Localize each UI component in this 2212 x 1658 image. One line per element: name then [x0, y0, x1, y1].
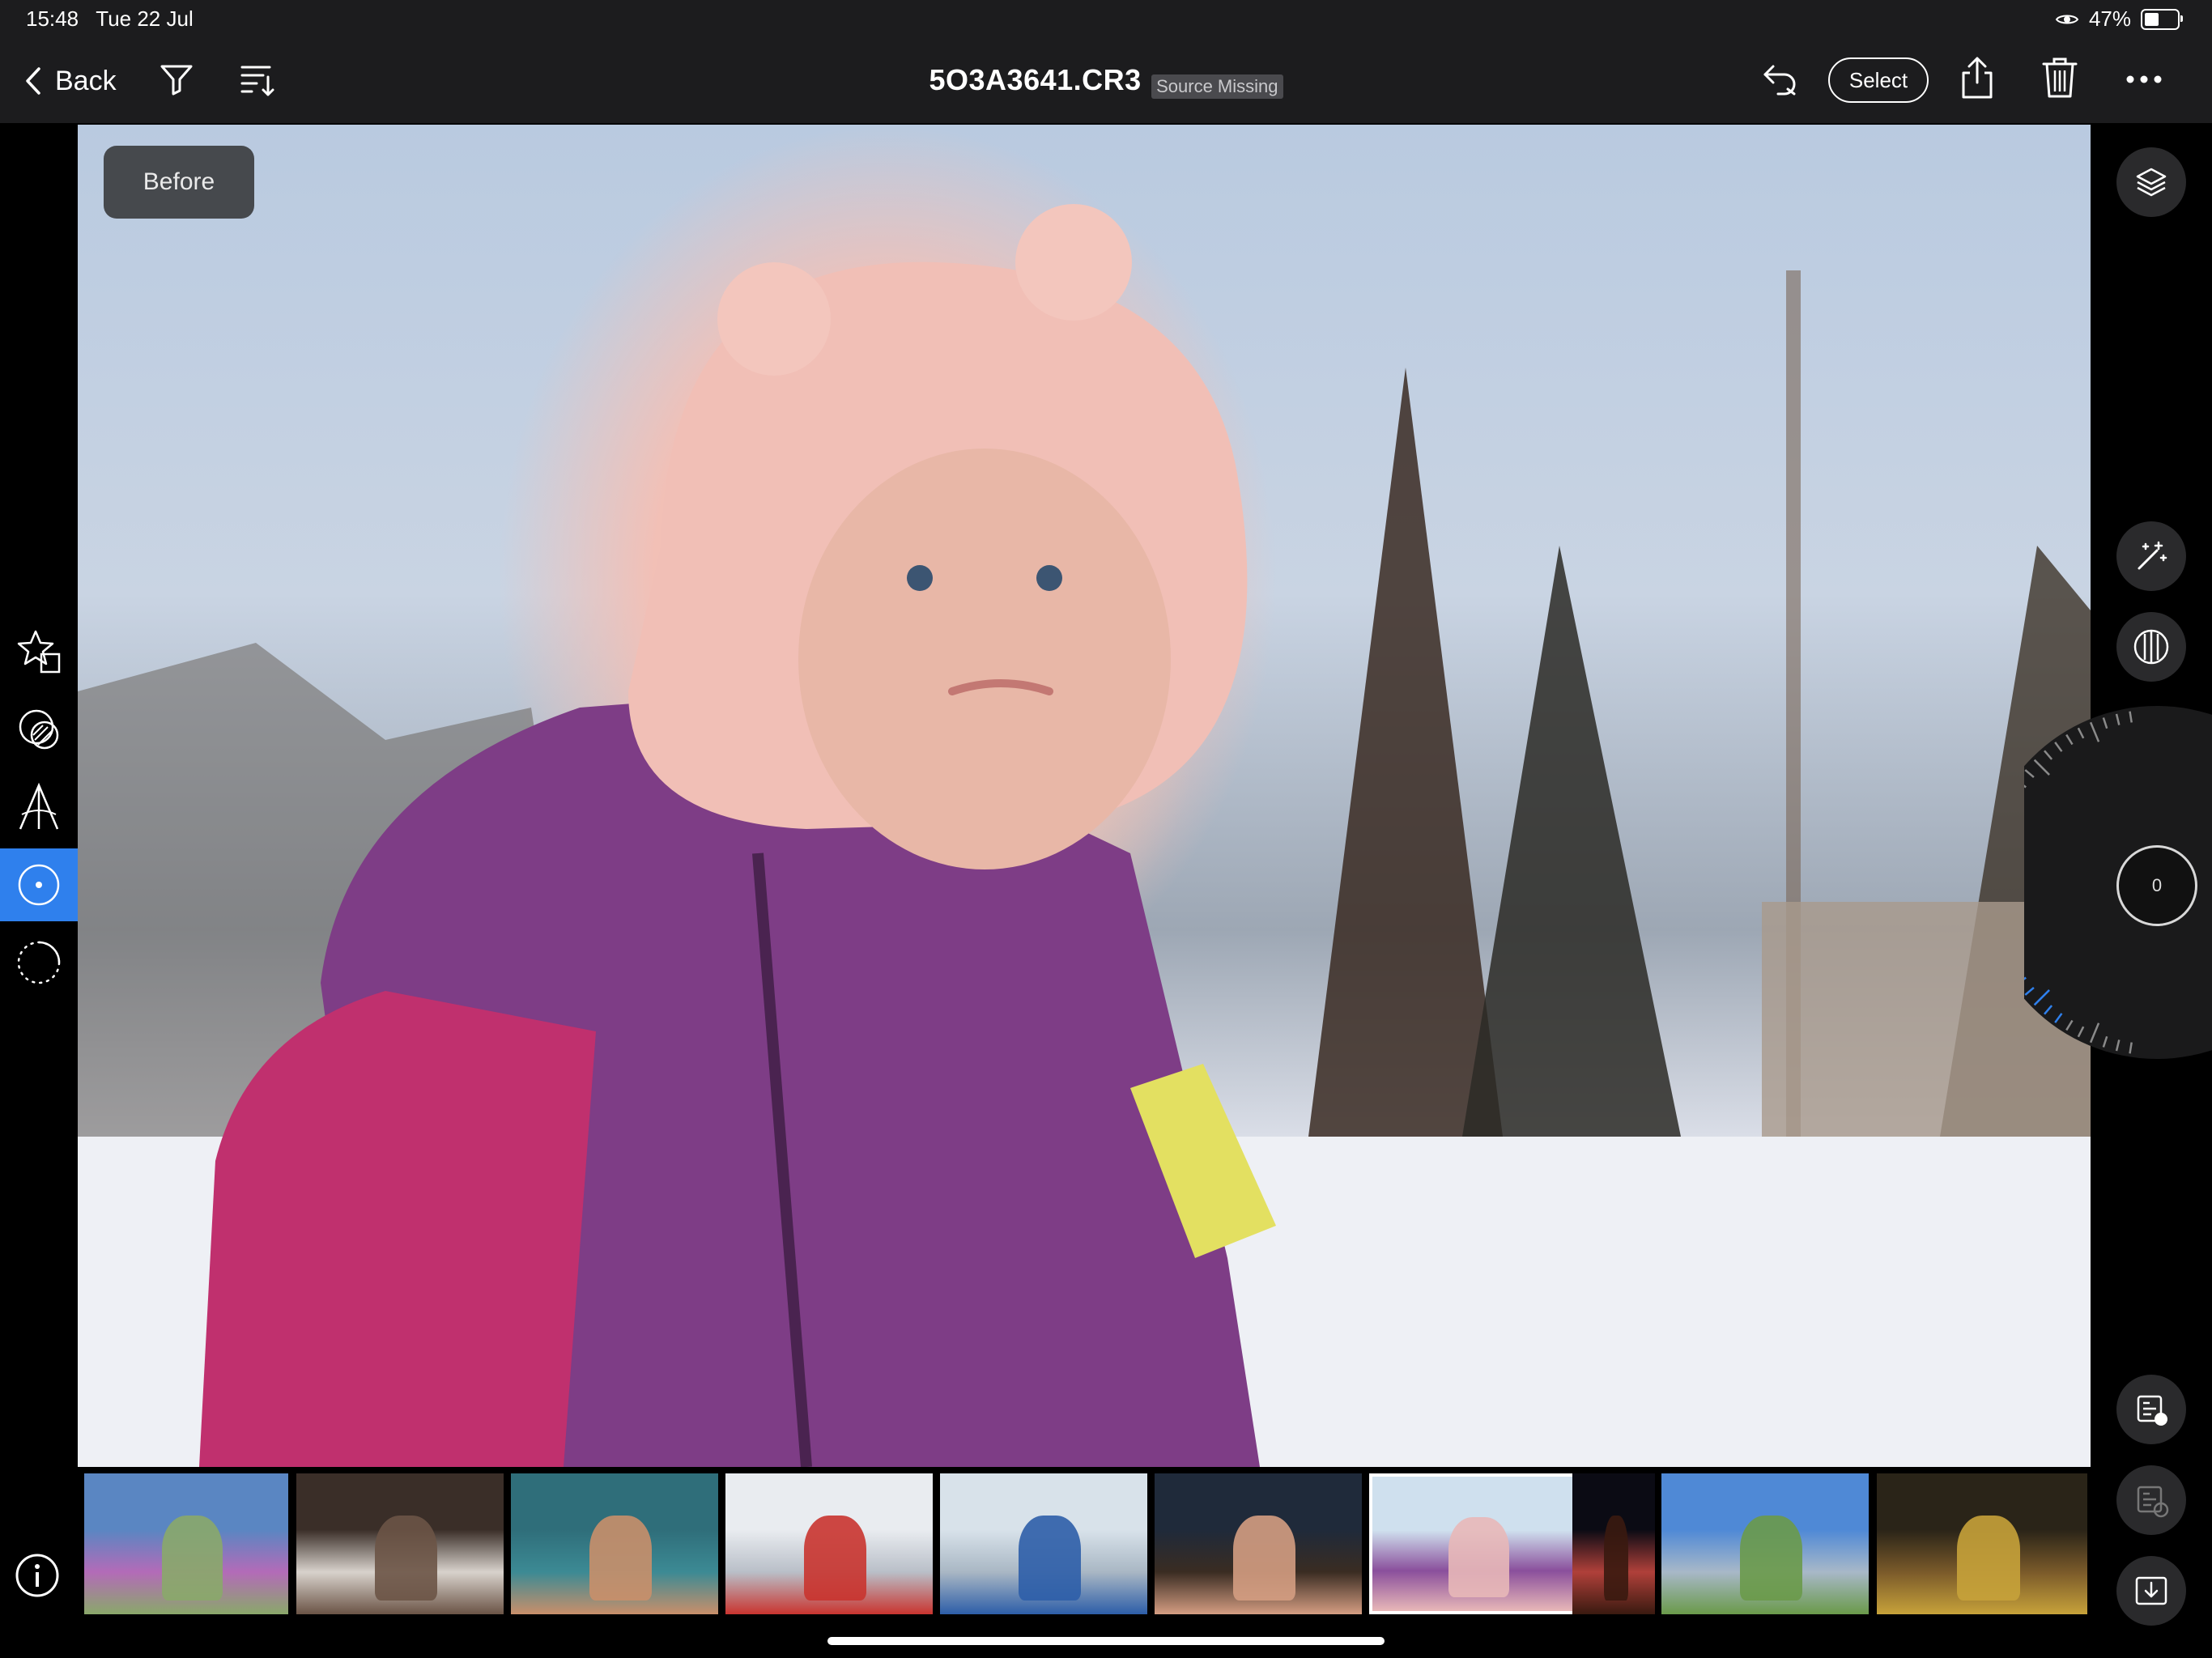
- info-button[interactable]: [15, 1553, 60, 1598]
- trash-icon: [2042, 57, 2078, 98]
- filmstrip: [78, 1467, 2091, 1626]
- source-missing-badge: Source Missing: [1151, 74, 1283, 99]
- status-time-date: 15:48 Tue 22 Jul: [26, 6, 194, 32]
- masking-tool-button[interactable]: [0, 693, 78, 766]
- main-photo[interactable]: [78, 125, 2091, 1467]
- filmstrip-thumb-boy-throwing-snow[interactable]: [940, 1473, 1147, 1614]
- effects-tool-button[interactable]: [0, 926, 78, 999]
- delete-button[interactable]: [2035, 52, 2084, 104]
- more-button[interactable]: [2120, 55, 2168, 104]
- export-button[interactable]: [2116, 1556, 2186, 1626]
- mask-icon: [19, 709, 59, 750]
- wifi-eye-icon: [2055, 15, 2079, 23]
- battery-icon: [2141, 8, 2183, 30]
- copy-settings-icon: [2137, 1395, 2167, 1426]
- more-icon: [2126, 75, 2162, 83]
- filmstrip-thumb-child-red-snowsuit[interactable]: [725, 1473, 933, 1614]
- auto-button[interactable]: [2116, 521, 2186, 591]
- select-button[interactable]: Select: [1828, 57, 1929, 103]
- share-icon: [1962, 57, 1993, 99]
- before-after-button[interactable]: Before: [104, 146, 254, 219]
- copy-settings-button[interactable]: [2116, 1375, 2186, 1444]
- filmstrip-thumb-boy-in-pool[interactable]: [511, 1473, 718, 1614]
- profile-button[interactable]: [2116, 612, 2186, 682]
- info-icon: [15, 1554, 59, 1597]
- status-bar: 15:48 Tue 22 Jul 47%: [0, 0, 2212, 39]
- undo-icon: [1763, 65, 1796, 96]
- filmstrip-thumb-market-stall[interactable]: [1877, 1473, 2087, 1614]
- top-toolbar: Back 5O3A3641.CR3 Source Missing Select: [0, 39, 2212, 123]
- auto-icon: [2138, 541, 2167, 570]
- share-button[interactable]: [1953, 52, 2001, 104]
- filmstrip-thumb-girl-pink-hat[interactable]: [1369, 1473, 1576, 1614]
- paste-settings-button[interactable]: [2116, 1465, 2186, 1535]
- home-indicator: [827, 1637, 1385, 1645]
- layers-button[interactable]: [2116, 147, 2186, 217]
- presets-tool-button[interactable]: [0, 615, 78, 688]
- star-square-icon: [17, 630, 61, 674]
- status-date: Tue 22 Jul: [96, 6, 194, 31]
- geometry-tool-button[interactable]: [0, 771, 78, 844]
- photo-scene: [78, 204, 2091, 1467]
- file-name-title: 5O3A3641.CR3: [929, 63, 1142, 96]
- status-right: 47%: [2055, 6, 2183, 32]
- optics-tool-button[interactable]: [0, 848, 78, 921]
- paste-settings-icon: [2137, 1486, 2169, 1518]
- battery-percent: 47%: [2088, 6, 2131, 31]
- lens-icon: [18, 864, 60, 906]
- geometry-icon: [19, 782, 59, 830]
- filmstrip-thumb-river-park[interactable]: [1661, 1473, 1869, 1614]
- vignette-icon: [17, 941, 61, 984]
- dial-value: 0: [2116, 845, 2197, 926]
- filmstrip-thumb-smiling-girl[interactable]: [1155, 1473, 1362, 1614]
- layers-icon: [2136, 168, 2167, 197]
- filmstrip-thumb-wedding-couple[interactable]: [296, 1473, 504, 1614]
- undo-button[interactable]: [1755, 55, 1804, 104]
- profile-icon: [2133, 629, 2169, 665]
- filmstrip-thumb-night-street[interactable]: [1572, 1473, 1655, 1614]
- filmstrip-thumb-mountain-meadow[interactable]: [84, 1473, 288, 1614]
- status-time: 15:48: [26, 6, 79, 31]
- export-icon: [2135, 1576, 2167, 1605]
